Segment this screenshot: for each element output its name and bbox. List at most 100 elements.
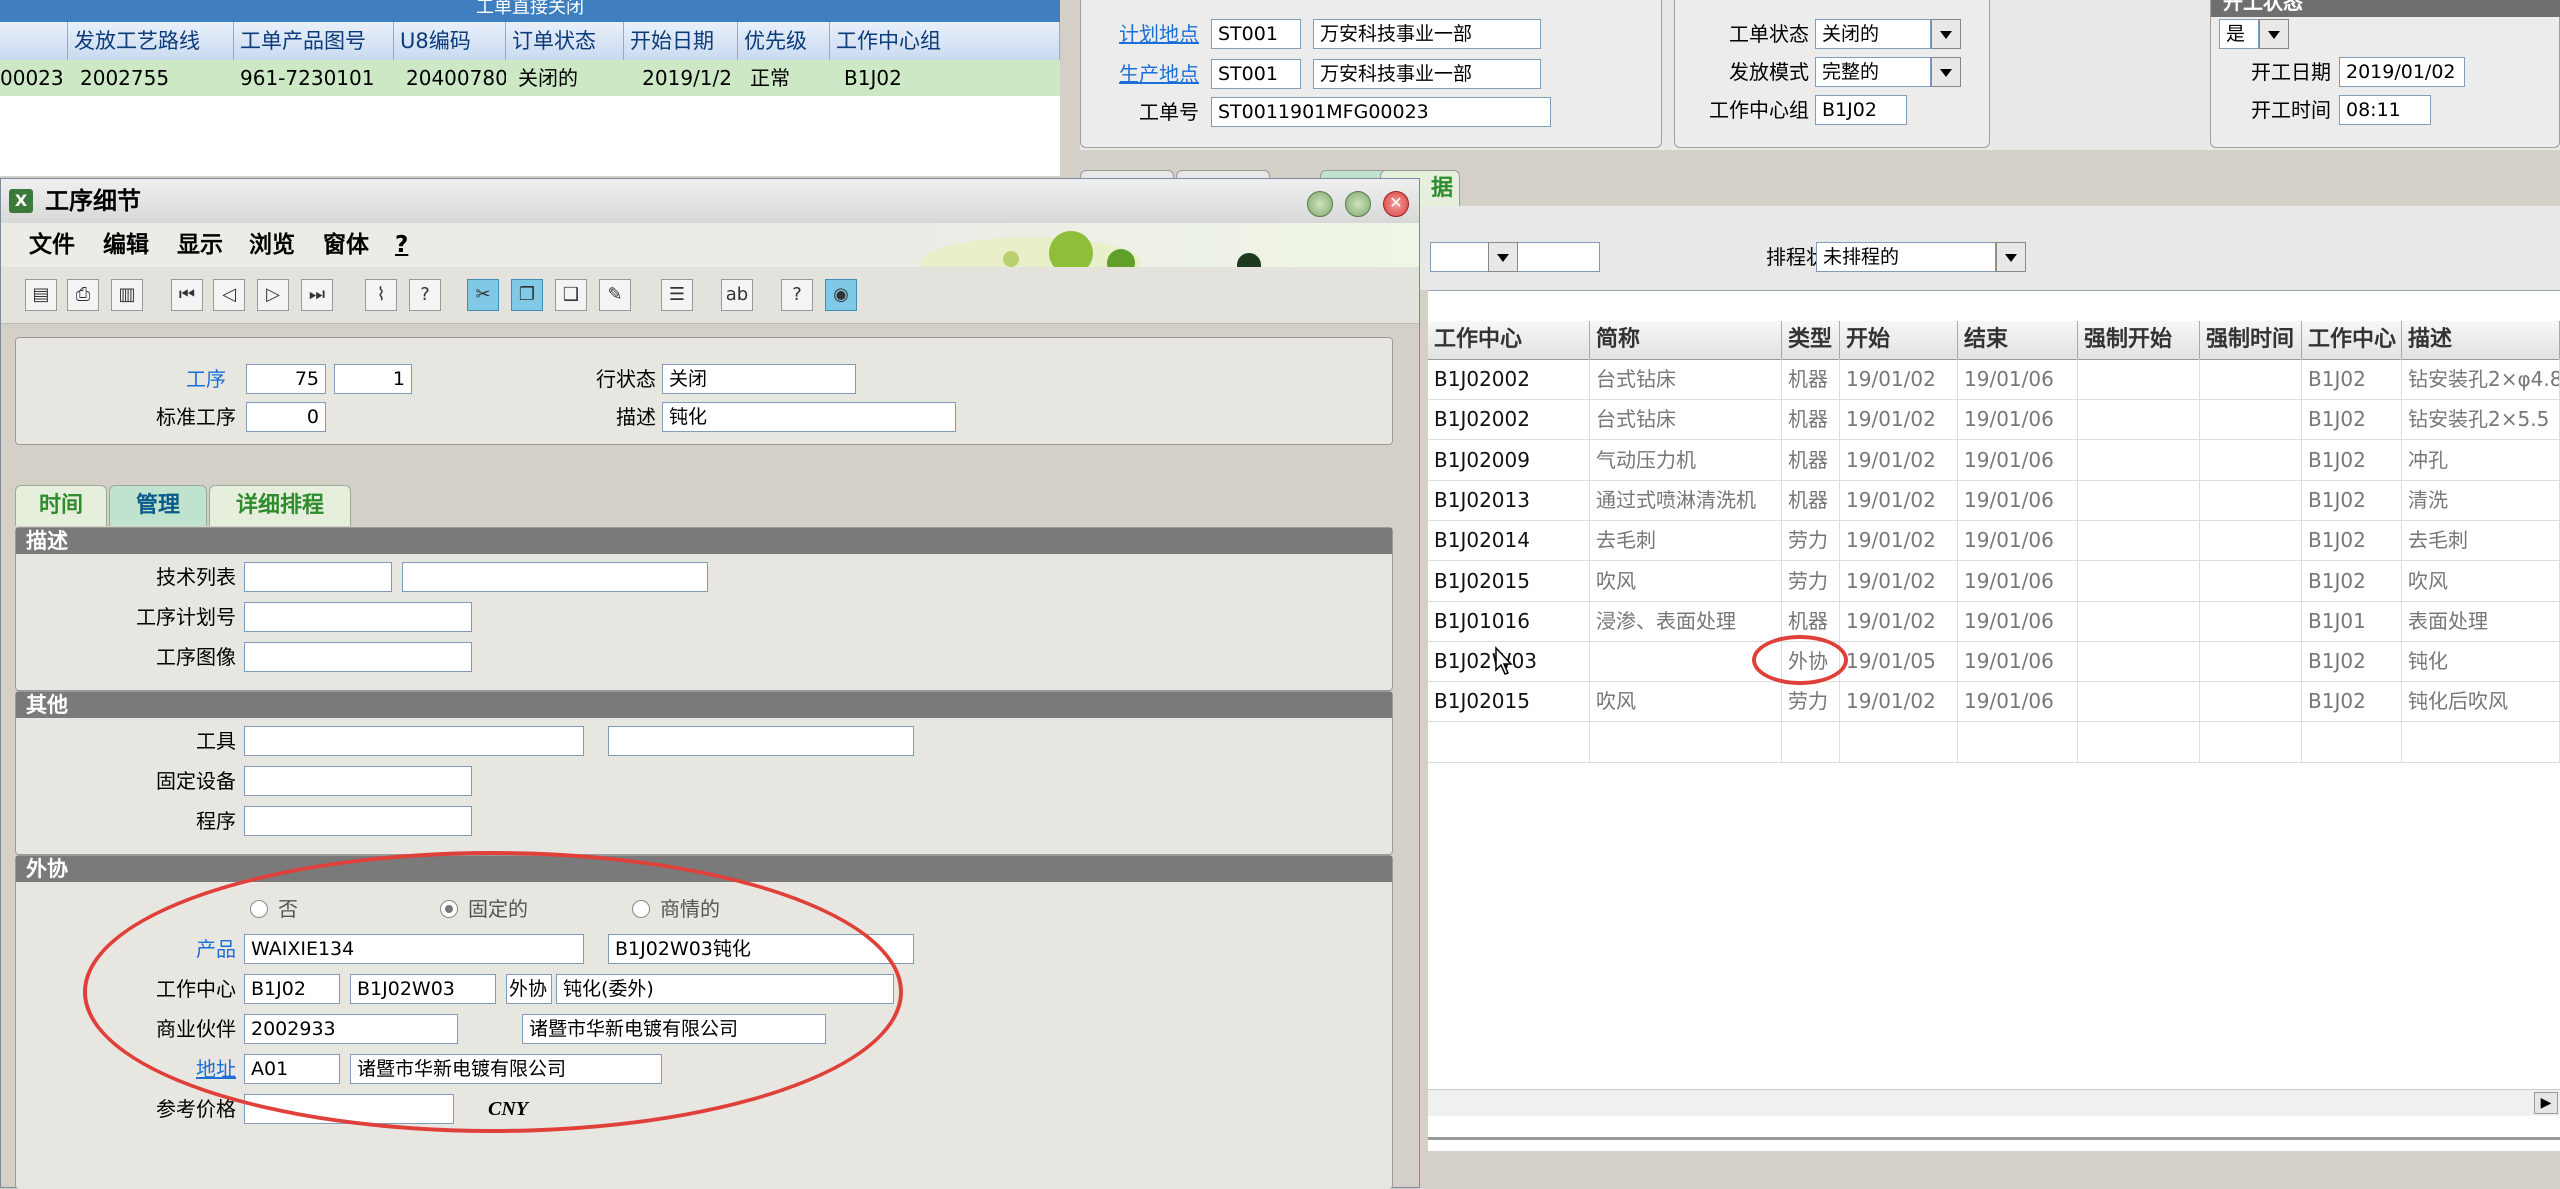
cell: 19/01/06 [1958, 439, 2078, 480]
col-header[interactable]: 工作中心 [2302, 321, 2402, 359]
table-row[interactable]: B1J02015 吹风 劳力 19/01/02 19/01/06 B1J02 钝化后吹风 [1428, 681, 2560, 723]
op-seq-field[interactable]: 1 [334, 364, 412, 394]
table-row[interactable]: 00023 2002755 961-7230101 20400780 关闭的 2… [0, 60, 1060, 96]
op-plan-field[interactable] [244, 602, 472, 632]
menu-edit[interactable]: 编辑 [103, 223, 149, 267]
chevron-down-icon[interactable] [1931, 57, 1961, 87]
release-mode-select[interactable]: 完整的 [1815, 57, 1931, 87]
op-label[interactable]: 工序 [76, 364, 226, 394]
help-icon[interactable]: ? [781, 279, 813, 311]
col-header[interactable]: 描述 [2402, 321, 2560, 359]
wo-no-field[interactable]: ST0011901MFG00023 [1211, 97, 1551, 127]
chevron-down-icon[interactable] [2259, 19, 2289, 49]
last-record-icon[interactable]: ⏭ [301, 279, 333, 311]
copy-icon[interactable]: ❐ [511, 279, 543, 311]
wc-group-field[interactable]: B1J02 [1815, 95, 1907, 125]
text-field-icon[interactable]: ab [721, 279, 753, 311]
globe-icon[interactable]: ◉ [825, 279, 857, 311]
table-row[interactable]: B1J02002 台式钻床 机器 19/01/02 19/01/06 B1J02 钻安装孔2… [1428, 399, 2560, 441]
prev-record-icon[interactable]: ◁ [213, 279, 245, 311]
table-row[interactable]: B1J02015 吹风 劳力 19/01/02 19/01/06 B1J02 吹风 [1428, 560, 2560, 602]
table-row[interactable]: B1J02014 去毛刺 劳力 19/01/02 19/01/06 B1J02 去毛刺 [1428, 520, 2560, 562]
schedule-status-select[interactable]: 未排程的 [1816, 242, 1996, 272]
plan-site-code-field[interactable]: ST001 [1211, 19, 1301, 49]
col-header[interactable]: 简称 [1590, 321, 1782, 359]
new-doc-icon[interactable]: ▤ [25, 279, 57, 311]
col-header[interactable]: 工作中心组 [830, 22, 1060, 60]
table-row[interactable]: B1J02002 台式钻床 机器 19/01/02 19/01/06 B1J02 钻安装孔2… [1428, 359, 2560, 400]
chevron-down-icon[interactable] [1931, 19, 1961, 49]
std-op-field[interactable]: 0 [246, 402, 326, 432]
info-icon[interactable]: ? [409, 279, 441, 311]
horizontal-scrollbar[interactable]: ▶ [1428, 1089, 2560, 1116]
cell: 台式钻床 [1590, 399, 1782, 440]
cell [1428, 721, 1590, 762]
first-record-icon[interactable]: ⏮ [171, 279, 203, 311]
menu-help[interactable]: ? [395, 223, 408, 267]
start-status-select[interactable]: 是 [2219, 19, 2259, 49]
menu-file[interactable]: 文件 [29, 223, 75, 267]
start-date-field[interactable]: 2019/01/02 [2339, 57, 2465, 87]
dialog-titlebar[interactable]: X 工序细节 ✕ [1, 179, 1419, 224]
list-icon[interactable]: ☰ [661, 279, 693, 311]
col-header[interactable]: 开始日期 [624, 22, 738, 60]
cell [2200, 399, 2302, 440]
program-field[interactable] [244, 806, 472, 836]
col-header[interactable]: U8编码 [394, 22, 506, 60]
col-header[interactable] [0, 22, 68, 60]
col-header[interactable]: 工作中心 [1428, 321, 1590, 359]
close-icon[interactable]: ✕ [1383, 191, 1409, 217]
op-image-field[interactable] [244, 642, 472, 672]
table-row[interactable]: B1J02013 通过式喷淋清洗机 机器 19/01/02 19/01/06 B1J02 清… [1428, 479, 2560, 521]
print-icon[interactable]: ⎙ [67, 279, 99, 311]
op-field[interactable]: 75 [246, 364, 326, 394]
plan-site-name-field: 万安科技事业一部 [1313, 19, 1541, 49]
col-header[interactable]: 开始 [1840, 321, 1958, 359]
tab-management[interactable]: 管理 [109, 485, 207, 526]
cell: B1J02 [844, 66, 902, 90]
tool-field[interactable] [244, 726, 584, 756]
col-header[interactable]: 强制开始 [2078, 321, 2200, 359]
paste-icon[interactable]: ❑ [555, 279, 587, 311]
col-header[interactable]: 优先级 [738, 22, 830, 60]
preview-icon[interactable]: ▥ [111, 279, 143, 311]
maximize-icon[interactable] [1345, 191, 1371, 217]
start-time-field[interactable]: 08:11 [2339, 95, 2431, 125]
col-header[interactable]: 发放工艺路线 [68, 22, 234, 60]
tech-list-field[interactable] [244, 562, 392, 592]
col-header[interactable]: 工单产品图号 [234, 22, 394, 60]
table-row[interactable]: B1J02W03 外协 19/01/05 19/01/06 B1J02 钝化 [1428, 641, 2560, 683]
menu-window[interactable]: 窗体 [323, 223, 369, 267]
minimize-icon[interactable] [1307, 191, 1333, 217]
chevron-down-icon[interactable] [1996, 242, 2026, 272]
scroll-right-icon[interactable]: ▶ [2534, 1092, 2558, 1114]
edit-icon[interactable]: ✎ [599, 279, 631, 311]
cell: B1J02002 [1428, 399, 1590, 440]
col-header[interactable]: 强制时间 [2200, 321, 2302, 359]
desc-field[interactable]: 钝化 [662, 402, 956, 432]
menu-browse[interactable]: 浏览 [249, 223, 295, 267]
cell: 2002755 [80, 66, 170, 90]
col-header[interactable]: 结束 [1958, 321, 2078, 359]
next-record-icon[interactable]: ▷ [257, 279, 289, 311]
table-row[interactable]: B1J01016 浸渗、表面处理 机器 19/01/02 19/01/06 B1J01 表面… [1428, 600, 2560, 642]
prod-site-link[interactable]: 生产地点 [1109, 59, 1199, 89]
table-row[interactable]: B1J02009 气动压力机 机器 19/01/02 19/01/06 B1J02 冲孔 [1428, 439, 2560, 481]
cell: 机器 [1782, 399, 1840, 440]
plan-site-link[interactable]: 计划地点 [1109, 19, 1199, 49]
link-icon[interactable]: ✂ [467, 279, 499, 311]
col-header[interactable]: 订单状态 [506, 22, 624, 60]
chevron-down-icon[interactable] [1488, 242, 1518, 272]
menu-view[interactable]: 显示 [177, 223, 223, 267]
tab-time[interactable]: 时间 [15, 485, 107, 526]
tab-detailed-schedule[interactable]: 详细排程 [209, 485, 351, 526]
wo-status-select[interactable]: 关闭的 [1815, 19, 1931, 49]
status-group: 工单状态 关闭的 发放模式 完整的 工作中心组 B1J02 [1674, 0, 1990, 148]
cell: 19/01/06 [1958, 681, 2078, 722]
cell: 台式钻床 [1590, 359, 1782, 399]
fixed-equip-field[interactable] [244, 766, 472, 796]
attach-icon[interactable]: ⌇ [365, 279, 397, 311]
table-row[interactable] [1428, 721, 2560, 763]
prod-site-code-field[interactable]: ST001 [1211, 59, 1301, 89]
col-header[interactable]: 类型 [1782, 321, 1840, 359]
